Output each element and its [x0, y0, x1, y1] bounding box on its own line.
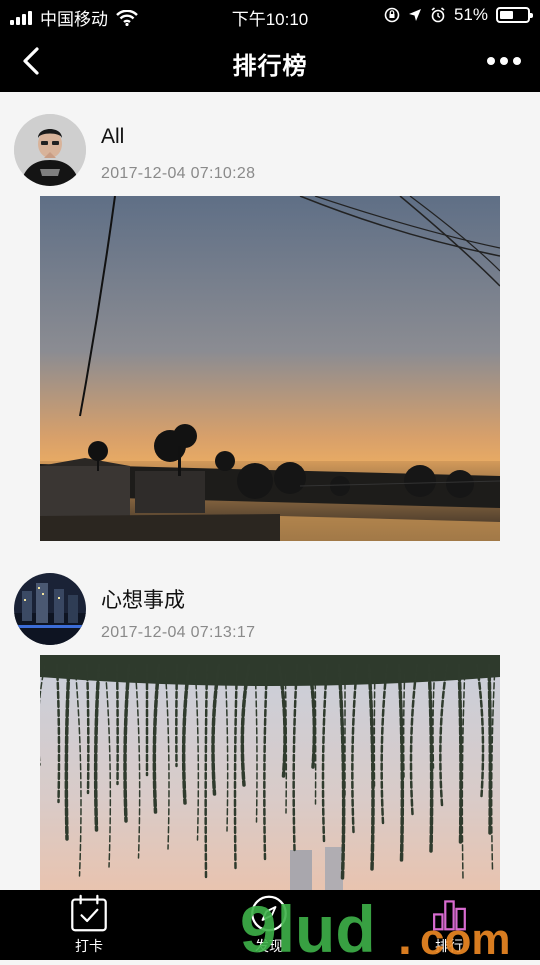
tab-ranking[interactable]: 排行 — [409, 894, 489, 956]
ranking-icon — [433, 900, 466, 931]
willow-branch — [115, 663, 119, 786]
tab-discover-label: 发现 — [255, 938, 283, 954]
more-icon — [487, 57, 495, 65]
avatar[interactable] — [14, 573, 86, 645]
willow-branch — [85, 663, 90, 795]
location-icon — [408, 9, 421, 21]
more-button[interactable] — [484, 50, 524, 72]
tab-checkin[interactable]: 打卡 — [49, 894, 129, 956]
avatar[interactable] — [14, 114, 86, 186]
battery-fill — [500, 11, 513, 19]
post-photo[interactable] — [40, 655, 500, 890]
tab-bar: 打卡 发现 排行 — [0, 890, 540, 960]
tab-ranking-label: 排行 — [435, 938, 463, 954]
calendar-check-icon — [71, 894, 107, 932]
post-username[interactable]: All — [101, 125, 124, 149]
willow-branch — [175, 663, 179, 768]
more-icon-dot — [500, 57, 508, 65]
more-icon-dot — [513, 57, 521, 65]
tab-discover[interactable]: 发现 — [229, 894, 309, 956]
battery-percent: 51% — [453, 5, 488, 24]
post-photo[interactable] — [40, 196, 500, 541]
post-timestamp: 2017-12-04 07:13:17 — [101, 624, 256, 641]
post-timestamp: 2017-12-04 07:10:28 — [101, 165, 256, 182]
willow-branch — [487, 663, 493, 835]
alarm-icon — [431, 7, 445, 23]
nav-bar: 排行榜 — [0, 30, 540, 92]
battery-icon — [496, 7, 533, 23]
compass-icon — [251, 895, 287, 932]
page-title: 排行榜 — [232, 53, 308, 80]
status-bar: 中国移动 下午10:10 51% — [0, 0, 540, 30]
ranking-feed[interactable]: All 2017-12-04 07:10:28 心想事成 2017-12-04 … — [0, 92, 540, 890]
rotation-lock-icon — [384, 7, 400, 23]
tab-checkin-label: 打卡 — [75, 938, 103, 954]
post-username[interactable]: 心想事成 — [101, 584, 185, 614]
